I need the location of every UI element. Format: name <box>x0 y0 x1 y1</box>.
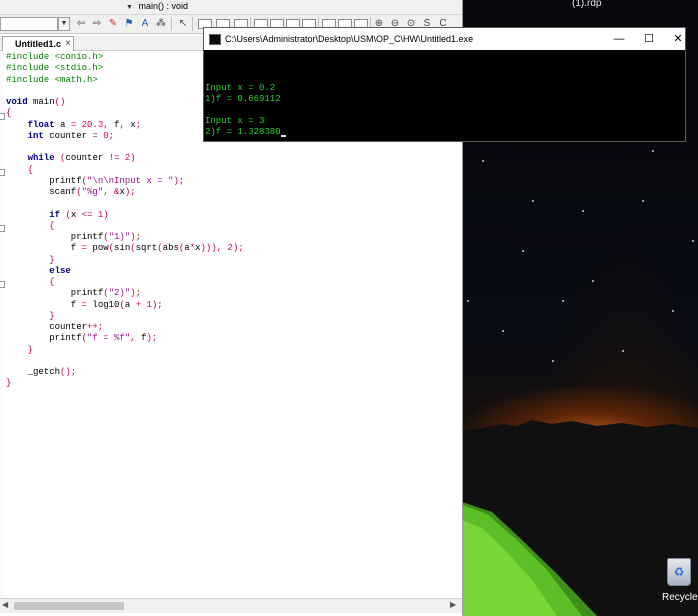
recycle-bin-label: Recycle <box>662 592 698 603</box>
star <box>562 300 564 302</box>
code-line: printf("2)"); <box>6 288 142 299</box>
project-combo[interactable] <box>0 17 58 31</box>
pencil-icon[interactable]: ✎ <box>106 17 120 30</box>
star <box>522 250 524 252</box>
fold-marker-icon[interactable] <box>0 281 5 288</box>
back-arrow-icon[interactable]: ⇦ <box>74 17 88 30</box>
star <box>467 300 469 302</box>
star <box>622 350 624 352</box>
code-line: f = pow(sin(sqrt(abs(a*x))), 2); <box>6 243 244 254</box>
close-button[interactable]: ✕ <box>663 28 693 50</box>
star <box>652 150 654 152</box>
star <box>532 200 534 202</box>
code-line: } <box>6 378 12 389</box>
code-line: f = log10(a + 1); <box>6 299 163 310</box>
minimize-button[interactable]: — <box>604 28 634 50</box>
code-line: { <box>49 277 55 287</box>
editor-gutter <box>0 51 5 597</box>
close-icon[interactable]: × <box>65 37 71 51</box>
code-line: } <box>49 310 55 321</box>
tab-untitled1[interactable]: Untitled1.c × <box>2 36 74 51</box>
star <box>672 310 674 312</box>
console-output[interactable]: Input x = 0.2 1)f = 0.669112 Input x = 3 2)… <box>204 50 686 141</box>
chevron-down-icon[interactable]: ▼ <box>58 17 70 31</box>
fold-marker-icon[interactable] <box>0 113 5 120</box>
recycle-bin[interactable]: ♻ Recycle <box>662 558 698 603</box>
find-icon[interactable]: A <box>138 17 152 30</box>
chevron-down-icon: ▼ <box>126 4 133 11</box>
console-app-icon <box>209 34 221 45</box>
star <box>692 240 694 242</box>
bookmark-icon[interactable]: ⚑ <box>122 17 136 30</box>
console-window[interactable]: C:\Users\Administrator\Desktop\USM\OP_C\… <box>203 27 686 142</box>
code-line: } <box>49 254 55 265</box>
code-line: } <box>27 344 34 355</box>
console-line: Input x = 3 <box>205 116 265 126</box>
star <box>592 280 594 282</box>
console-line: 1)f = 0.669112 <box>205 94 281 104</box>
console-title-bar[interactable]: C:\Users\Administrator\Desktop\USM\OP_C\… <box>204 28 685 50</box>
console-line: 2)f = 1.328380 <box>205 127 686 138</box>
code-line: printf("\n\nInput x = "); <box>6 175 185 186</box>
ide-top-row: ▼ main() : void <box>0 0 462 15</box>
code-line: _getch(); <box>6 367 77 377</box>
star <box>482 160 484 162</box>
recycle-bin-icon: ♻ <box>667 558 691 586</box>
code-line: while (counter != 2) <box>27 153 136 164</box>
forward-arrow-icon[interactable]: ⇨ <box>90 17 104 30</box>
code-line: else <box>49 265 71 276</box>
code-line: { <box>27 164 34 175</box>
star <box>582 210 584 212</box>
rdp-file-label[interactable]: (1).rdp <box>572 0 601 9</box>
fold-marker-icon[interactable] <box>0 225 5 232</box>
scroll-thumb[interactable] <box>14 602 124 610</box>
star <box>552 360 554 362</box>
code-line: printf("f = %f", f); <box>6 333 158 344</box>
scroll-left-icon[interactable]: ◀ <box>2 600 8 609</box>
replace-icon[interactable]: ⁂ <box>154 17 168 30</box>
code-line: counter++; <box>6 322 104 332</box>
maximize-button[interactable]: ☐ <box>634 28 664 50</box>
console-line: Input x = 0.2 <box>205 83 276 93</box>
code-line: if (x <= 1) <box>49 209 109 220</box>
scroll-right-icon[interactable]: ▶ <box>450 600 456 609</box>
code-line: printf("1)"); <box>6 232 142 242</box>
function-selector[interactable]: ▼ main() : void <box>126 1 326 12</box>
fold-marker-icon[interactable] <box>0 169 5 176</box>
cursor-icon[interactable]: ↖ <box>176 17 190 30</box>
function-selector-value: main() : void <box>138 1 189 11</box>
star <box>502 330 504 332</box>
tab-label: Untitled1.c <box>15 39 62 49</box>
code-line: scanf("%g", &x); <box>6 187 136 197</box>
star <box>642 200 644 202</box>
console-title: C:\Users\Administrator\Desktop\USM\OP_C\… <box>225 34 474 44</box>
code-line: { <box>49 220 55 231</box>
horizontal-scrollbar[interactable]: ◀ ▶ <box>0 598 462 613</box>
text-cursor <box>280 135 286 137</box>
